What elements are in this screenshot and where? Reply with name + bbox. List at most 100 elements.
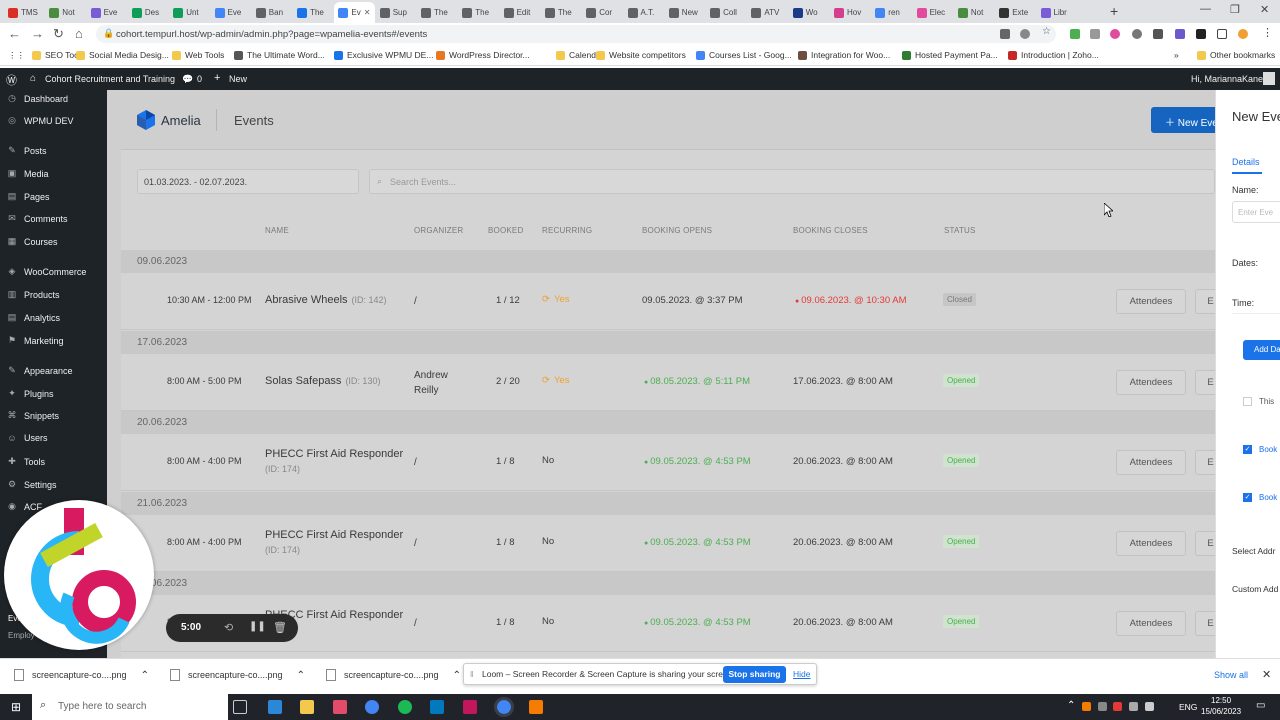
loom-restart-icon[interactable]: ⟲ [224, 621, 233, 634]
kebab-menu-icon[interactable]: ⋮ [1262, 26, 1273, 39]
browser-tab[interactable]: Des [128, 2, 168, 23]
bookmark-item[interactable]: Integration for Woo... [798, 50, 890, 60]
browser-tab[interactable]: Not [954, 2, 994, 23]
spotify-icon[interactable] [398, 700, 412, 714]
sidebar-item-woocommerce[interactable]: ◈ WooCommerce [6, 266, 87, 277]
browser-tab[interactable]: TMS [4, 2, 44, 23]
user-avatar[interactable] [1263, 72, 1275, 85]
browser-tab[interactable]: Exte [995, 2, 1035, 23]
browser-tab[interactable]: ren [871, 2, 911, 23]
event-name-cell[interactable]: PHECC First Aid Responder (ID: 174) [265, 529, 405, 555]
browser-tab[interactable]: Eve [87, 2, 127, 23]
bookmark-item[interactable]: The Ultimate Word... [234, 50, 325, 60]
browser-tab[interactable]: The [541, 2, 581, 23]
taskbar-app-3-icon[interactable] [333, 700, 347, 714]
browser-tab[interactable]: Edit [500, 2, 540, 23]
reload-icon[interactable]: ↻ [53, 26, 64, 42]
drag-handle-icon[interactable]: ‖ [470, 669, 474, 679]
bookmark-item[interactable]: Courses List - Goog... [696, 50, 792, 60]
attendees-button[interactable]: Attendees [1116, 289, 1186, 314]
attendees-button[interactable]: Attendees [1116, 611, 1186, 636]
bookmark-item[interactable]: Hosted Payment Pa... [902, 50, 998, 60]
browser-tab[interactable]: Unt [169, 2, 209, 23]
sidebar-item-settings[interactable]: ⚙ Settings [6, 479, 57, 490]
share-icon[interactable] [1020, 29, 1030, 39]
table-row[interactable]: 8:00 AM - 4:00 PM PHECC First Aid Respond… [121, 434, 1225, 491]
profile-avatar-icon[interactable] [1238, 29, 1248, 39]
sidebar-item-plugins[interactable]: ✦ Plugins [6, 388, 53, 399]
browser-tab[interactable]: Ev ✕ [334, 2, 375, 23]
book-checkbox-1[interactable]: ✓ [1243, 445, 1252, 454]
bookmark-item[interactable]: Website competitors [596, 50, 686, 60]
select-address-label[interactable]: Select Addr [1232, 546, 1275, 556]
event-name-cell[interactable]: Solas Safepass (ID: 130) [265, 375, 405, 387]
sidebar-item-tools[interactable]: ✚ Tools [6, 456, 45, 467]
table-row[interactable]: 8:00 AM - 5:00 PM Solas Safepass (ID: 130)… [121, 353, 1225, 411]
loom-camera-bubble[interactable] [4, 500, 154, 650]
download-item[interactable]: screencapture-co....png ⌃ [170, 669, 305, 681]
sidebar-item-pages[interactable]: ▤ Pages [6, 191, 50, 202]
forward-icon[interactable]: → [31, 26, 44, 41]
sidebar-item-wpmu-dev[interactable]: ◎ WPMU DEV [6, 115, 73, 126]
event-name-cell[interactable]: PHECC First Aid Responder (ID: 174) [265, 448, 405, 474]
attendees-button[interactable]: Attendees [1116, 369, 1186, 395]
hide-link[interactable]: Hide [793, 669, 810, 679]
close-window-icon[interactable]: ✕ [1260, 3, 1269, 16]
site-name-link[interactable]: Cohort Recruitment and Training [45, 74, 175, 84]
taskbar-app-7-icon[interactable] [463, 700, 477, 714]
tab-details[interactable]: Details [1232, 157, 1260, 167]
new-event-button[interactable]: ＋ New Eve [1151, 107, 1221, 133]
browser-tab[interactable]: Coll [706, 2, 746, 23]
extension-4-icon[interactable] [1132, 29, 1142, 39]
other-bookmarks[interactable]: Other bookmarks [1197, 50, 1275, 60]
browser-tab[interactable]: Wo [789, 2, 829, 23]
event-name-cell[interactable]: Abrasive Wheels (ID: 142) [265, 294, 405, 306]
download-item[interactable]: screencapture-co....png ⌃ [326, 669, 461, 681]
book-checkbox-2[interactable]: ✓ [1243, 493, 1252, 502]
sidebar-item-posts[interactable]: ✎ Posts [6, 145, 46, 156]
taskbar-app-1-icon[interactable] [268, 700, 282, 714]
table-row[interactable]: 10:30 AM - 12:00 PM Abrasive Wheels (ID: 1… [121, 273, 1225, 330]
extension-3-icon[interactable] [1110, 29, 1120, 39]
browser-tab[interactable]: A.T. [624, 2, 664, 23]
loom-delete-icon[interactable]: 🗑 [273, 621, 287, 634]
event-name-input[interactable]: Enter Eve [1232, 201, 1280, 223]
apps-icon[interactable]: ⋮⋮ [8, 50, 25, 61]
browser-tab[interactable]: Not [45, 2, 85, 23]
sidebar-item-comments[interactable]: ✉ Comments [6, 213, 67, 224]
bookmark-item[interactable]: Introduction | Zoho... [1008, 50, 1099, 60]
browser-tab[interactable]: The [293, 2, 333, 23]
browser-tab[interactable]: The [417, 2, 457, 23]
volume-icon[interactable] [1145, 702, 1154, 711]
notifications-icon[interactable]: ▭ [1256, 700, 1265, 711]
browser-tab[interactable]: New [665, 2, 705, 23]
browser-tab[interactable]: Sup [376, 2, 416, 23]
sidebar-item-snippets[interactable]: ⌘ Snippets [6, 410, 60, 421]
sidebar-item-acf[interactable]: ◉ ACF [6, 501, 42, 512]
table-row[interactable]: 8:00 AM - 4:00 PM PHECC First Aid Respond… [121, 514, 1225, 572]
taskbar-app-9-icon[interactable] [529, 700, 543, 714]
browser-tab[interactable]: Hov [830, 2, 870, 23]
bookmark-star-icon[interactable]: ☆ [1042, 26, 1052, 37]
attendees-button[interactable]: Attendees [1116, 530, 1186, 556]
date-range-filter[interactable]: 01.03.2023. - 02.07.2023. [137, 169, 359, 194]
puzzle-icon[interactable] [1196, 29, 1206, 39]
browser-tab[interactable]: Libr [1037, 2, 1077, 23]
custom-address-label[interactable]: Custom Add [1232, 584, 1278, 594]
add-date-button[interactable]: Add Da [1243, 340, 1280, 360]
stop-sharing-button[interactable]: Stop sharing [723, 666, 786, 683]
tray-chevron-icon[interactable]: ⌃ [1067, 700, 1075, 711]
cast-icon[interactable] [1000, 29, 1010, 39]
comments-icon[interactable]: 💬 [182, 74, 193, 85]
browser-tab[interactable]: Eve [211, 2, 251, 23]
download-options-icon[interactable]: ⌃ [141, 670, 149, 681]
new-content-link[interactable]: New [229, 74, 247, 84]
sidebar-item-dashboard[interactable]: ◷ Dashboard [6, 93, 68, 104]
windows-start-icon[interactable]: ⊞ [11, 700, 21, 714]
more-bookmarks-icon[interactable]: » [1174, 50, 1179, 60]
browser-tab[interactable]: Cor [582, 2, 622, 23]
sidepanel-icon[interactable] [1217, 29, 1227, 39]
show-all-link[interactable]: Show all [1214, 670, 1248, 680]
loom-pause-icon[interactable]: ❚❚ [249, 621, 266, 632]
this-checkbox[interactable] [1243, 397, 1252, 406]
